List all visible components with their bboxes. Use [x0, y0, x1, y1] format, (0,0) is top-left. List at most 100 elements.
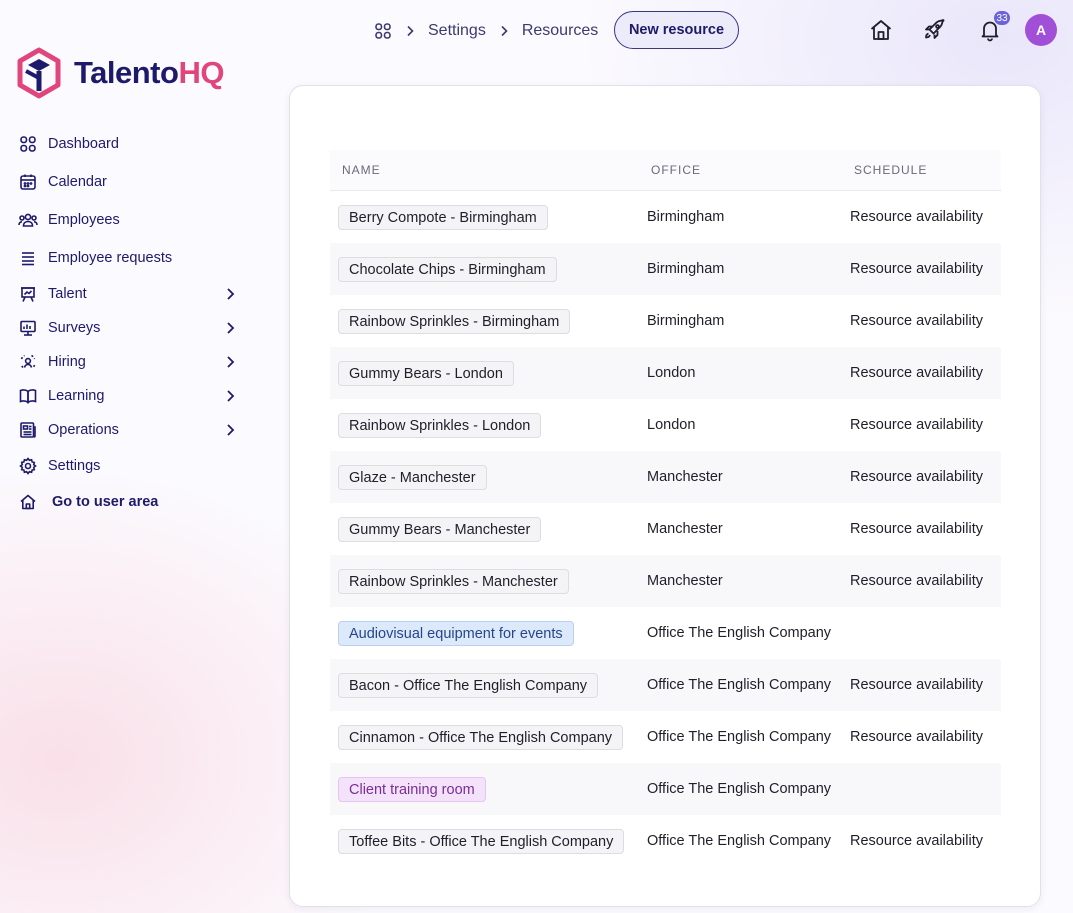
apps-grid-icon[interactable]: [374, 22, 392, 40]
table-row[interactable]: Toffee Bits - Office The English Company…: [330, 815, 1001, 867]
home-icon: [18, 492, 38, 512]
notification-badge: 33: [994, 11, 1010, 25]
office-cell: Manchester: [647, 573, 723, 589]
schedule-cell[interactable]: Resource availability: [850, 729, 983, 745]
book-icon: [18, 386, 38, 406]
table-body: Berry Compote - Birmingham Birmingham Reso…: [330, 191, 1001, 867]
brand-logo[interactable]: TalentoHQ: [16, 47, 224, 99]
resource-name-chip[interactable]: Glaze - Manchester: [338, 465, 487, 490]
resource-name-chip[interactable]: Rainbow Sprinkles - Manchester: [338, 569, 569, 594]
resource-name-chip[interactable]: Cinnamon - Office The English Company: [338, 725, 624, 750]
sidebar-item-operations[interactable]: Operations: [18, 418, 240, 442]
table-row[interactable]: Rainbow Sprinkles - Manchester Manchester…: [330, 555, 1001, 607]
breadcrumb-settings[interactable]: Settings: [428, 22, 486, 40]
resource-name-chip[interactable]: Gummy Bears - Manchester: [338, 517, 542, 542]
table-row[interactable]: Client training room Office The English C…: [330, 763, 1001, 815]
resource-name-chip[interactable]: Client training room: [338, 777, 486, 802]
sidebar-item-employee-requests[interactable]: Employee requests: [18, 246, 240, 270]
home-icon[interactable]: [868, 17, 894, 43]
office-cell: Manchester: [647, 521, 723, 537]
dashboard-icon: [18, 134, 38, 154]
employees-icon: [18, 210, 38, 230]
resource-name-chip[interactable]: Chocolate Chips - Birmingham: [338, 257, 557, 282]
resources-table: NAME OFFICE SCHEDULE Berry Compote - Bir…: [330, 150, 1001, 867]
sidebar-item-employees[interactable]: Employees: [18, 208, 240, 232]
schedule-cell[interactable]: Resource availability: [850, 469, 983, 485]
table-row[interactable]: Gummy Bears - Manchester Manchester Resour…: [330, 503, 1001, 555]
office-cell: Office The English Company: [647, 625, 832, 641]
resource-name-chip[interactable]: Bacon - Office The English Company: [338, 673, 599, 698]
column-header-name[interactable]: NAME: [342, 163, 381, 177]
office-cell: London: [647, 365, 696, 381]
resource-name-chip[interactable]: Rainbow Sprinkles - London: [338, 413, 542, 438]
schedule-cell[interactable]: Resource availability: [850, 573, 983, 589]
chevron-right-icon: [501, 25, 508, 37]
rocket-icon[interactable]: [921, 17, 947, 43]
table-row[interactable]: Audiovisual equipment for events Office T…: [330, 607, 1001, 659]
sidebar-item-talent[interactable]: Talent: [18, 282, 240, 306]
sidebar-item-label: Dashboard: [48, 136, 119, 152]
office-cell: Office The English Company: [647, 781, 832, 797]
office-cell: Manchester: [647, 469, 723, 485]
schedule-cell[interactable]: Resource availability: [850, 833, 983, 849]
table-row[interactable]: Glaze - Manchester Manchester Resource ava…: [330, 451, 1001, 503]
office-cell: Birmingham: [647, 313, 725, 329]
schedule-cell[interactable]: Resource availability: [850, 521, 983, 537]
resource-name-chip[interactable]: Toffee Bits - Office The English Company: [338, 829, 625, 854]
office-cell: Birmingham: [647, 261, 725, 277]
sidebar-item-learning[interactable]: Learning: [18, 384, 240, 408]
sidebar-item-label: Settings: [48, 458, 101, 474]
sidebar-item-label: Employees: [48, 212, 120, 228]
chevron-right-icon: [227, 288, 235, 300]
table-row[interactable]: Rainbow Sprinkles - Birmingham Birmingham…: [330, 295, 1001, 347]
chevron-right-icon: [227, 356, 235, 368]
table-row[interactable]: Berry Compote - Birmingham Birmingham Reso…: [330, 191, 1001, 243]
office-cell: Office The English Company: [647, 729, 832, 745]
sidebar-item-settings[interactable]: Settings: [18, 454, 240, 478]
sidebar-item-label: Calendar: [48, 174, 107, 190]
chevron-right-icon: [407, 25, 414, 37]
surveys-icon: [18, 318, 38, 338]
resource-name-chip[interactable]: Rainbow Sprinkles - Birmingham: [338, 309, 571, 334]
logo-cube-icon: [17, 47, 61, 99]
calendar-icon: [18, 172, 38, 192]
breadcrumb: Settings Resources: [374, 19, 598, 43]
breadcrumb-resources[interactable]: Resources: [522, 22, 598, 40]
table-row[interactable]: Bacon - Office The English Company Office…: [330, 659, 1001, 711]
chevron-right-icon: [227, 424, 235, 436]
table-row[interactable]: Chocolate Chips - Birmingham Birmingham Re…: [330, 243, 1001, 295]
column-header-office[interactable]: OFFICE: [651, 163, 701, 177]
table-row[interactable]: Cinnamon - Office The English Company Off…: [330, 711, 1001, 763]
resource-name-chip[interactable]: Audiovisual equipment for events: [338, 621, 574, 646]
sidebar-item-label: Employee requests: [48, 250, 173, 266]
table-row[interactable]: Rainbow Sprinkles - London London Resource…: [330, 399, 1001, 451]
sidebar-item-surveys[interactable]: Surveys: [18, 316, 240, 340]
sidebar-item-go-to-user-area[interactable]: Go to user area: [18, 490, 240, 514]
sidebar-item-label: Hiring: [48, 354, 86, 370]
table-header: NAME OFFICE SCHEDULE: [330, 150, 1001, 191]
talent-icon: [18, 284, 38, 304]
office-cell: Birmingham: [647, 209, 725, 225]
new-resource-button[interactable]: New resource: [614, 11, 739, 49]
schedule-cell[interactable]: Resource availability: [850, 261, 983, 277]
schedule-cell[interactable]: Resource availability: [850, 365, 983, 381]
schedule-cell[interactable]: Resource availability: [850, 677, 983, 693]
sidebar-item-hiring[interactable]: Hiring: [18, 350, 240, 374]
sidebar-item-label: Operations: [48, 422, 119, 438]
sidebar-item-label: Surveys: [48, 320, 101, 336]
table-row[interactable]: Gummy Bears - London London Resource avail…: [330, 347, 1001, 399]
sidebar-item-label: Talent: [48, 286, 87, 302]
sidebar-item-dashboard[interactable]: Dashboard: [18, 132, 240, 156]
schedule-cell[interactable]: Resource availability: [850, 313, 983, 329]
avatar[interactable]: A: [1025, 14, 1057, 46]
sidebar-item-calendar[interactable]: Calendar: [18, 170, 240, 194]
office-cell: London: [647, 417, 696, 433]
column-header-schedule[interactable]: SCHEDULE: [854, 163, 927, 177]
schedule-cell[interactable]: Resource availability: [850, 209, 983, 225]
resource-name-chip[interactable]: Gummy Bears - London: [338, 361, 514, 386]
resource-name-chip[interactable]: Berry Compote - Birmingham: [338, 205, 548, 230]
sidebar-item-label: Learning: [48, 388, 105, 404]
schedule-cell[interactable]: Resource availability: [850, 417, 983, 433]
sidebar-item-label: Go to user area: [52, 494, 159, 510]
office-cell: Office The English Company: [647, 833, 832, 849]
